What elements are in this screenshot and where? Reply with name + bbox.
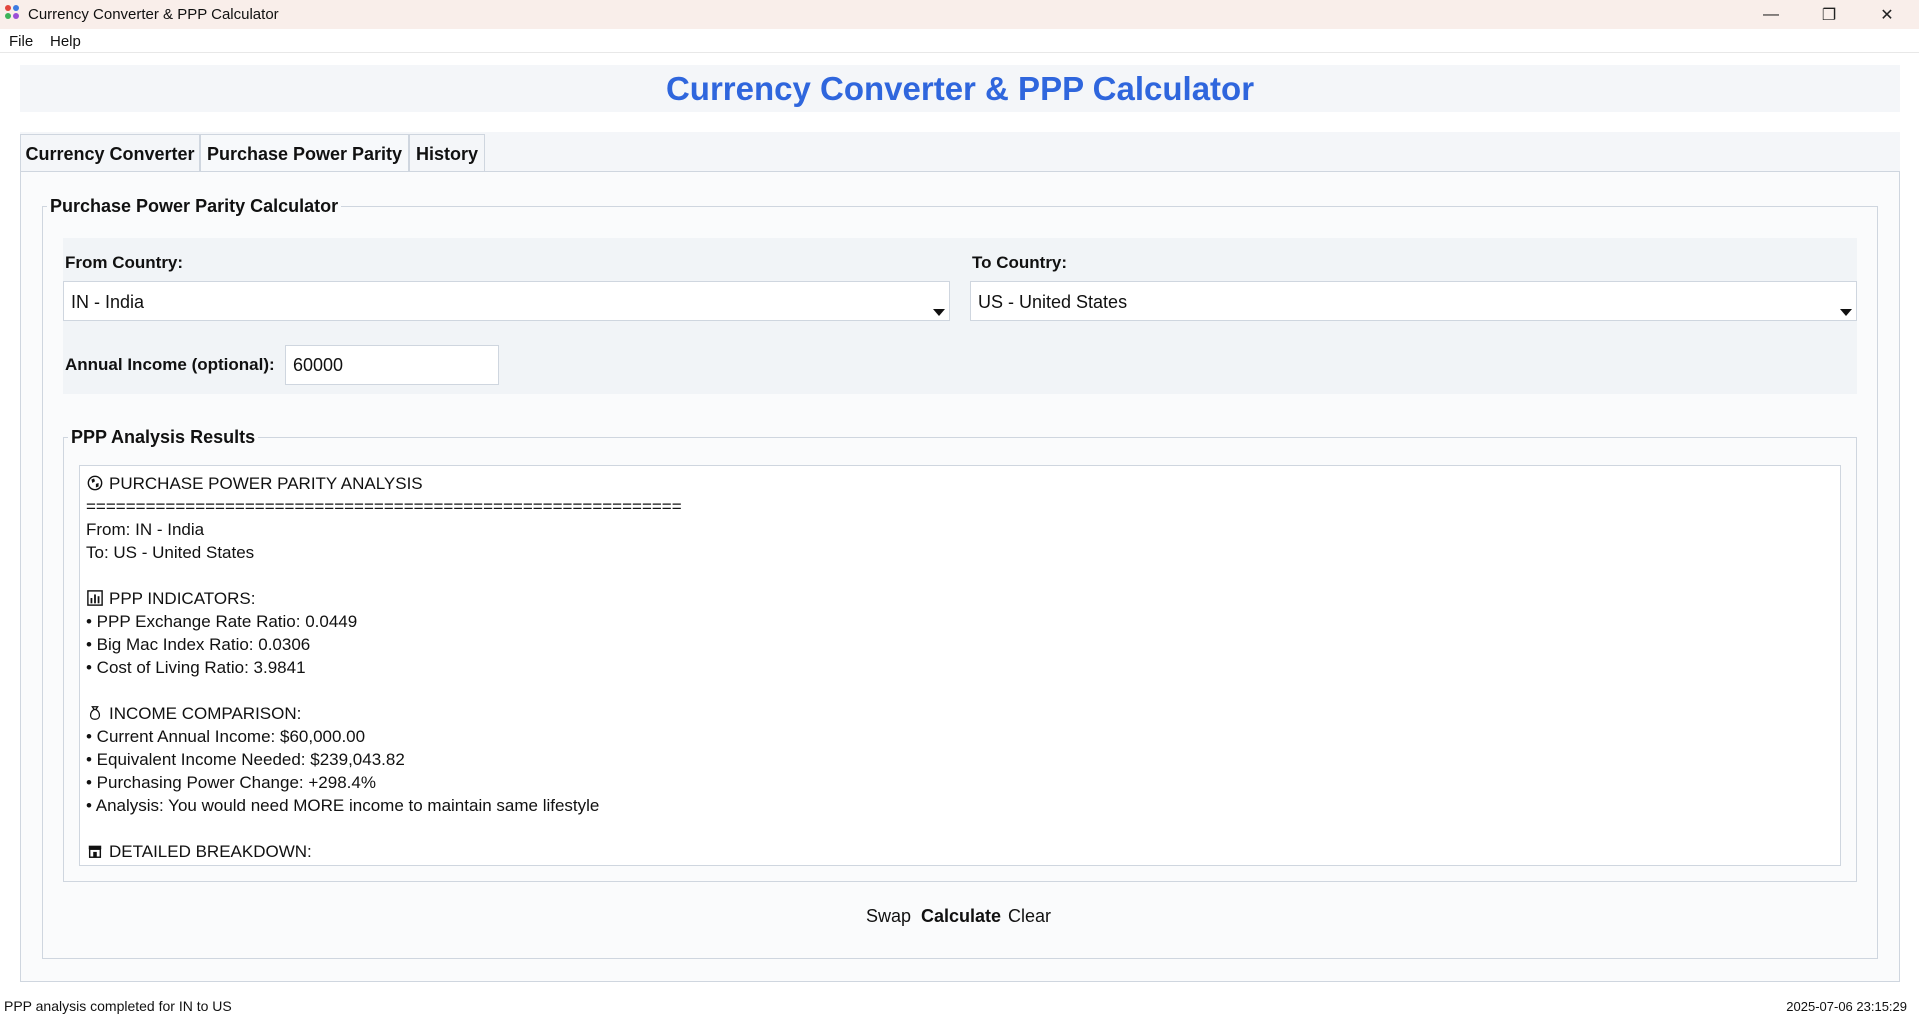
page-title: Currency Converter & PPP Calculator	[665, 70, 1255, 107]
annual-income-input[interactable]	[285, 345, 499, 385]
app-logo-icon	[5, 5, 22, 22]
breakdown-heading: DETAILED BREAKDOWN:	[109, 842, 312, 861]
money-bag-icon	[89, 706, 101, 720]
income-heading-line: INCOME COMPARISON:	[86, 702, 1826, 725]
breakdown-heading-line: DETAILED BREAKDOWN:	[86, 840, 1826, 863]
to-country-select[interactable]: US - United States	[970, 281, 1857, 321]
results-to-line: To: US - United States	[86, 543, 255, 562]
globe-icon	[87, 475, 103, 491]
minimize-button[interactable]: —	[1742, 0, 1800, 29]
tab-history[interactable]: History	[409, 134, 485, 174]
indicator-line: • PPP Exchange Rate Ratio: 0.0449	[86, 612, 358, 631]
restore-icon: ❐	[1821, 6, 1837, 24]
indicator-line: • Cost of Living Ratio: 3.9841	[86, 658, 306, 677]
from-country-value: IN - India	[71, 292, 145, 312]
results-from-line: From: IN - India	[86, 520, 205, 539]
results-heading-line: PURCHASE POWER PARITY ANALYSIS	[86, 472, 1826, 495]
tab-label: Purchase Power Parity	[206, 144, 403, 164]
to-country-label: To Country:	[972, 253, 1068, 272]
indicators-heading-line: PPP INDICATORS:	[86, 587, 1826, 610]
income-line: • Purchasing Power Change: +298.4%	[86, 773, 376, 792]
swap-button[interactable]: Swap	[866, 904, 911, 928]
annual-income-label: Annual Income (optional):	[65, 355, 275, 374]
chevron-down-icon	[933, 309, 945, 316]
tab-label: Currency Converter	[25, 144, 195, 164]
results-separator: ========================================…	[86, 497, 682, 516]
menu-file[interactable]: File	[9, 33, 33, 50]
ppp-calculator-group-title: Purchase Power Parity Calculator	[47, 196, 342, 217]
results-text-area[interactable]: PURCHASE POWER PARITY ANALYSIS =========…	[79, 465, 1841, 866]
window-titlebar: Currency Converter & PPP Calculator — ❐ …	[0, 0, 1919, 29]
status-message: PPP analysis completed for IN to US	[4, 998, 232, 1014]
tab-currency-converter[interactable]: Currency Converter	[20, 134, 200, 174]
income-line: • Analysis: You would need MORE income t…	[86, 796, 600, 815]
results-content: PURCHASE POWER PARITY ANALYSIS =========…	[86, 472, 1826, 863]
from-country-select[interactable]: IN - India	[63, 281, 950, 321]
clear-button[interactable]: Clear	[1008, 904, 1051, 928]
income-line: • Current Annual Income: $60,000.00	[86, 727, 366, 746]
window-title: Currency Converter & PPP Calculator	[28, 6, 279, 23]
tab-purchase-power-parity[interactable]: Purchase Power Parity	[200, 134, 409, 174]
restore-button[interactable]: ❐	[1800, 0, 1858, 29]
income-heading: INCOME COMPARISON:	[109, 704, 302, 723]
minimize-icon: —	[1763, 5, 1779, 23]
bar-chart-icon	[87, 590, 103, 606]
store-icon	[88, 845, 102, 858]
status-timestamp: 2025-07-06 23:15:29	[1786, 999, 1907, 1014]
to-country-value: US - United States	[978, 292, 1128, 312]
income-line: • Equivalent Income Needed: $239,043.82	[86, 750, 405, 769]
close-window-button[interactable]: ✕	[1858, 0, 1916, 29]
indicator-line: • Big Mac Index Ratio: 0.0306	[86, 635, 311, 654]
header-band: Currency Converter & PPP Calculator	[20, 65, 1900, 112]
chevron-down-icon	[1840, 309, 1852, 316]
ppp-results-group-title: PPP Analysis Results	[68, 427, 259, 448]
from-country-label: From Country:	[65, 253, 184, 272]
close-icon: ✕	[1880, 6, 1894, 24]
results-heading: PURCHASE POWER PARITY ANALYSIS	[109, 474, 423, 493]
menu-help[interactable]: Help	[50, 33, 81, 50]
tab-label: History	[415, 144, 478, 164]
calculate-button[interactable]: Calculate	[921, 904, 1001, 928]
indicators-heading: PPP INDICATORS:	[109, 589, 256, 608]
menu-bar: File Help	[0, 29, 1919, 53]
tab-strip: Currency Converter Purchase Power Parity…	[20, 132, 1900, 174]
